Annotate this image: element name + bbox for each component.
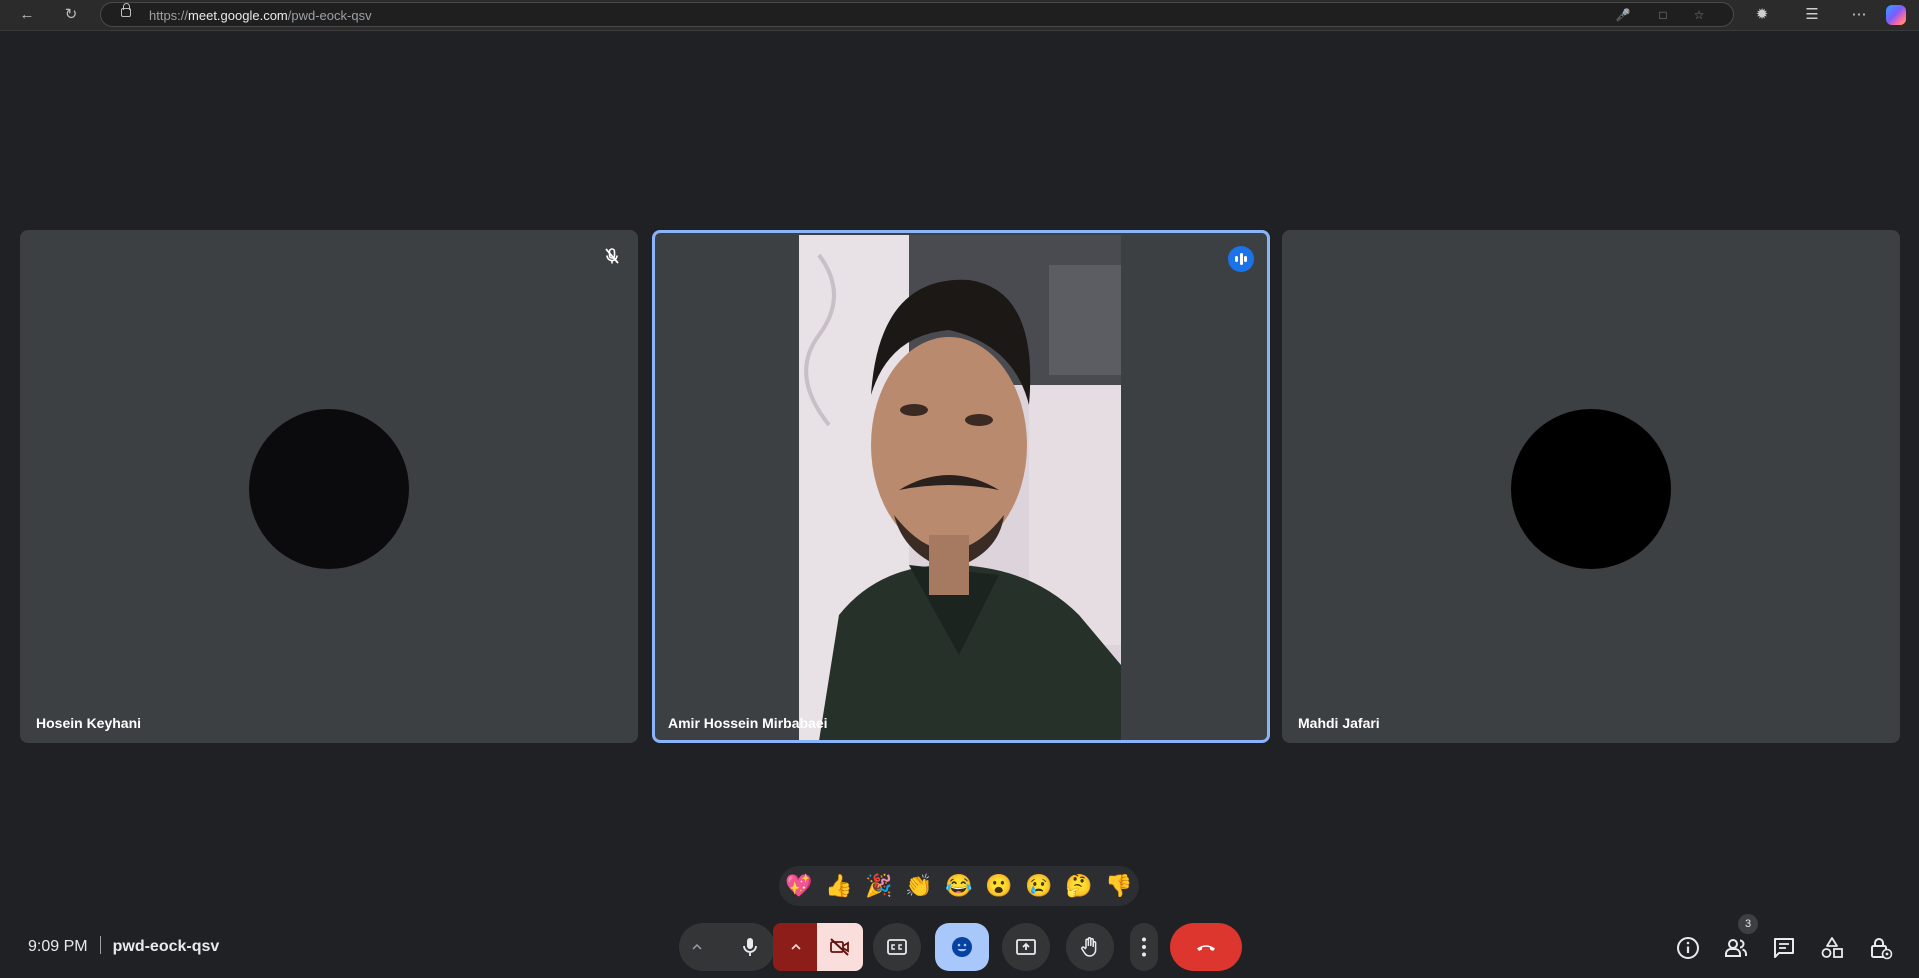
more-options-icon[interactable]: ⋯ (1848, 4, 1870, 26)
meeting-info: 9:09 PM pwd-eock-qsv (28, 936, 219, 956)
camera-permission-icon[interactable]: □ (1655, 7, 1671, 23)
url-scheme: https:// (149, 8, 189, 23)
reaction-thinking[interactable]: 🤔 (1063, 870, 1095, 902)
microphone-icon[interactable] (738, 935, 762, 959)
camera-off-icon (830, 938, 849, 956)
reaction-clapping[interactable]: 👏 (903, 870, 935, 902)
back-icon[interactable]: ← (16, 4, 38, 26)
leave-call-button[interactable] (1170, 923, 1242, 971)
lock-icon[interactable] (121, 3, 131, 17)
captions-button[interactable] (873, 923, 921, 971)
browser-toolbar: ← ↻ https://meet.google.com/pwd-eock-qsv… (0, 0, 1919, 31)
participant-tile-mahdi-jafari[interactable]: Mahdi Jafari (1282, 230, 1900, 743)
reactions-bar: 💖 👍 🎉 👏 😂 😮 😢 🤔 👎 (779, 866, 1139, 906)
people-count-badge: 3 (1738, 914, 1758, 934)
meeting-code: pwd-eock-qsv (112, 938, 220, 955)
meeting-stage: Hosein Keyhani Amir Hossein Mirbabaei Ma… (4, 34, 1916, 978)
present-screen-icon (1016, 939, 1036, 955)
camera-toggle-button[interactable] (817, 923, 863, 971)
raise-hand-button[interactable] (1066, 923, 1114, 971)
activities-icon[interactable] (1819, 935, 1845, 961)
speaking-indicator-icon (1228, 246, 1254, 272)
audio-options-chevron-icon[interactable] (691, 941, 703, 953)
avatar (249, 409, 409, 569)
end-call-icon (1197, 945, 1215, 951)
url-path: /pwd-eock-qsv (287, 8, 372, 23)
avatar (1511, 409, 1671, 569)
reaction-thumbs-down[interactable]: 👎 (1103, 870, 1135, 902)
emoji-icon (952, 937, 972, 957)
captions-icon (887, 939, 907, 955)
people-icon[interactable] (1723, 935, 1749, 961)
participant-name: Hosein Keyhani (36, 715, 142, 731)
microphone-control-group (679, 923, 775, 971)
camera-control-group (773, 923, 863, 971)
reaction-thumbs-up[interactable]: 👍 (823, 870, 855, 902)
meeting-details-icon[interactable] (1675, 935, 1701, 961)
meeting-time: 9:09 PM (28, 938, 88, 955)
reaction-sparkling-heart[interactable]: 💖 (783, 870, 815, 902)
more-options-button[interactable] (1130, 923, 1158, 971)
muted-mic-icon (605, 248, 619, 264)
participant-name: Mahdi Jafari (1298, 715, 1380, 731)
microphone-permission-icon[interactable]: 🎤 (1615, 7, 1631, 23)
url-text[interactable]: https://meet.google.com/pwd-eock-qsv (149, 8, 372, 23)
participant-tile-hosein-keyhani[interactable]: Hosein Keyhani (20, 230, 638, 743)
url-host: meet.google.com (188, 8, 288, 23)
host-controls-icon[interactable] (1867, 935, 1893, 961)
extensions-icon[interactable]: ✹ (1751, 4, 1773, 26)
raise-hand-icon (1081, 937, 1097, 957)
chat-icon[interactable] (1771, 935, 1797, 961)
participant-name: Amir Hossein Mirbabaei (668, 715, 828, 731)
reaction-surprised[interactable]: 😮 (983, 870, 1015, 902)
favorites-icon[interactable]: ☰ (1801, 4, 1823, 26)
address-bar[interactable]: https://meet.google.com/pwd-eock-qsv 🎤 □… (100, 2, 1734, 27)
video-options-chevron-icon (791, 943, 801, 950)
video-options-button[interactable] (773, 923, 819, 971)
reactions-button[interactable] (935, 923, 989, 971)
reaction-sad[interactable]: 😢 (1023, 870, 1055, 902)
copilot-icon[interactable] (1886, 5, 1906, 25)
more-vert-icon (1142, 937, 1146, 957)
reload-icon[interactable]: ↻ (60, 4, 82, 26)
reaction-party-popper[interactable]: 🎉 (863, 870, 895, 902)
participant-tile-amir-hossein-mirbabaei[interactable]: Amir Hossein Mirbabaei (652, 230, 1270, 743)
participant-video-feed (799, 235, 1121, 740)
favorite-star-icon[interactable]: ☆ (1691, 7, 1707, 23)
present-screen-button[interactable] (1002, 923, 1050, 971)
divider (99, 936, 101, 954)
reaction-laughing[interactable]: 😂 (943, 870, 975, 902)
